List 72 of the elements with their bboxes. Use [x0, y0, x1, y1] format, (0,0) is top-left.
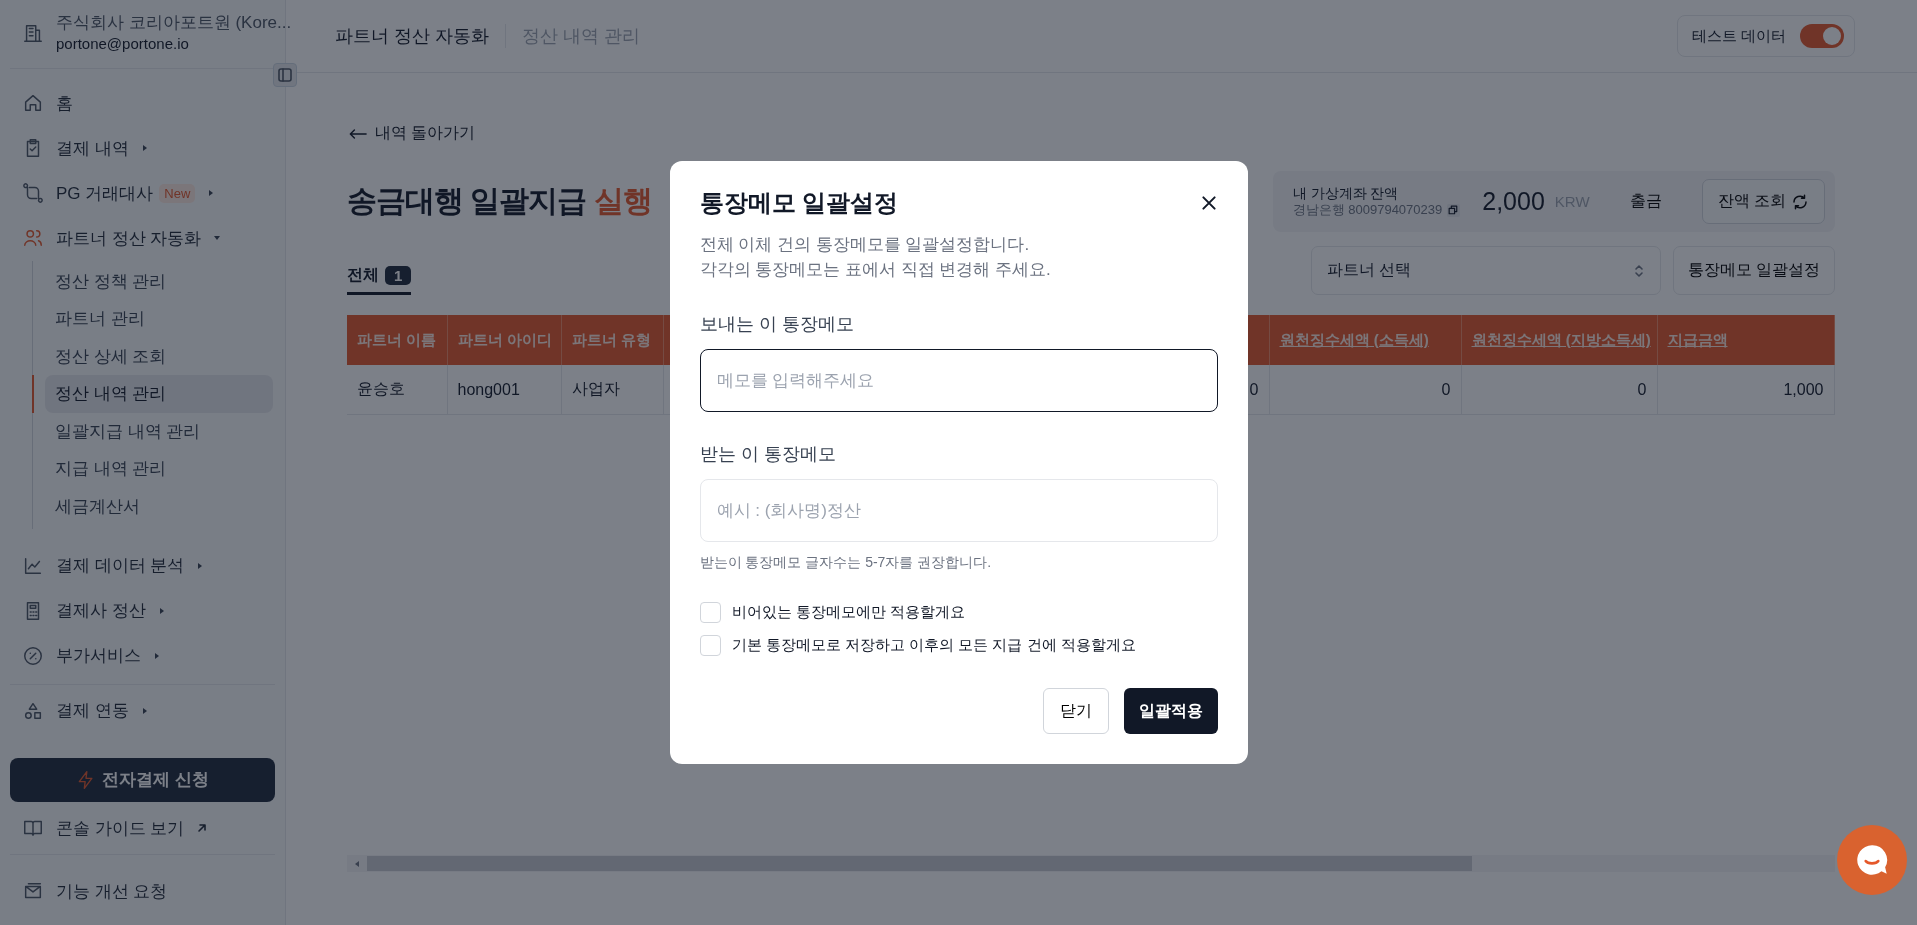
column-header: 파트너 아이디	[447, 315, 561, 365]
sidebar-item[interactable]: 부가서비스	[10, 633, 275, 679]
option-label: 비어있는 통장메모에만 적용할게요	[731, 603, 965, 623]
sidebar-subitem[interactable]: 지급 내역 관리	[45, 450, 273, 488]
refresh-icon	[1791, 192, 1809, 211]
sidebar-item[interactable]: 결제사 정산	[10, 588, 275, 634]
table-cell: 사업자	[561, 365, 663, 415]
sidebar-item[interactable]: 홈	[10, 80, 275, 126]
option-label: 기본 통장메모로 저장하고 이후의 모든 지급 건에 적용할게요	[731, 636, 1136, 656]
column-header[interactable]: 지급금액	[1657, 315, 1834, 365]
copy-icon[interactable]	[1447, 204, 1461, 218]
field-label: 보내는 이 통장메모	[699, 313, 855, 337]
table-cell: hong001	[447, 365, 561, 415]
sidebar-subitem[interactable]: 정산 상세 조회	[45, 337, 273, 376]
new-badge: New	[159, 183, 196, 203]
column-header[interactable]: 원천징수세액 (소득세)	[1269, 315, 1461, 365]
feedback-link[interactable]: 기능 개선 요청	[10, 871, 275, 911]
checkbox[interactable]	[699, 635, 721, 657]
memo-input[interactable]: 메모를 입력해주세요	[699, 349, 1218, 413]
horizontal-scrollbar[interactable]	[347, 855, 1835, 872]
column-header: 파트너 이름	[347, 315, 447, 365]
sidebar-item[interactable]: 결제 내역	[10, 125, 275, 171]
company-name: 주식회사 코리아포트원 (Kore...	[56, 12, 292, 34]
payment-apply-button[interactable]: 전자결제 신청	[10, 757, 275, 803]
column-header[interactable]: 원천징수세액 (지방소득세)	[1461, 315, 1657, 365]
table-cell: 0	[1461, 365, 1657, 415]
panel-icon	[277, 67, 293, 83]
close-icon[interactable]	[1199, 193, 1218, 212]
external-link-icon	[196, 822, 209, 835]
bulk-memo-button[interactable]: 통장메모 일괄설정	[1672, 246, 1835, 295]
test-data-toggle[interactable]	[1800, 24, 1844, 48]
account-email: portone@portone.io	[56, 34, 190, 54]
sidebar-subitem[interactable]: 정산 내역 관리	[45, 375, 273, 413]
table-cell: 윤승호	[347, 365, 447, 415]
field-hint: 받는이 통장메모 글자수는 5-7자를 권장합니다.	[699, 554, 993, 573]
branch-icon	[22, 182, 44, 205]
apply-button[interactable]: 일괄적용	[1123, 688, 1218, 735]
scroll-left-icon[interactable]	[353, 859, 361, 868]
selection-marker	[32, 375, 34, 413]
sidebar-item[interactable]: 파트너 정산 자동화	[10, 215, 275, 261]
close-button[interactable]: 닫기	[1042, 688, 1109, 735]
account-number: 경남은행 8009794070239	[1292, 202, 1443, 220]
withdraw-button[interactable]: 출금	[1623, 190, 1668, 213]
balance-amount: 2,000	[1482, 187, 1545, 216]
back-link[interactable]: 내역 돌아가기	[349, 123, 476, 144]
balance-label: 내 가상계좌 잔액	[1292, 183, 1400, 203]
sidebar-collapse-button[interactable]	[273, 63, 297, 87]
sidebar-subitem[interactable]: 파트너 관리	[45, 300, 273, 338]
column-header: 파트너 유형	[561, 315, 663, 365]
sidebar-subitem[interactable]: 정산 정책 관리	[45, 262, 273, 301]
sidebar-item[interactable]: PG 거래대사 New	[10, 170, 275, 216]
back-arrow-icon	[349, 127, 367, 140]
test-data-label: 테스트 데이터	[1691, 26, 1786, 46]
count-badge: 1	[385, 266, 412, 285]
field-label: 받는 이 통장메모	[699, 443, 837, 467]
percent-icon	[22, 644, 44, 667]
table-cell: 0	[1269, 365, 1461, 415]
sidebar-subitem[interactable]: 세금계산서	[45, 487, 273, 526]
dialog-description: 전체 이체 건의 통장메모를 일괄설정합니다. 각각의 통장메모는 표에서 직접 변경해 주세요.	[699, 233, 1052, 281]
dialog-title: 통장메모 일괄설정	[699, 187, 899, 218]
chevron-updown-icon	[1632, 262, 1645, 279]
partner-select[interactable]: 파트너 선택	[1310, 246, 1661, 295]
tab[interactable]: 전체 1	[347, 265, 412, 295]
sidebar-item[interactable]: 결제 연동	[10, 691, 275, 731]
breadcrumb-item[interactable]: 파트너 정산 자동화	[335, 24, 489, 48]
table-cell: 1,000	[1657, 365, 1834, 415]
checkbox[interactable]	[699, 602, 721, 624]
console-guide-link[interactable]: 콘솔 가이드 보기	[10, 808, 275, 849]
balance-refresh-button[interactable]: 잔액 조회	[1701, 179, 1825, 224]
sidebar-item[interactable]: 결제 데이터 분석	[10, 543, 275, 589]
page-title: 송금대행 일괄지급 실행	[347, 183, 652, 219]
sidebar-subitem[interactable]: 일괄지급 내역 관리	[45, 412, 273, 451]
